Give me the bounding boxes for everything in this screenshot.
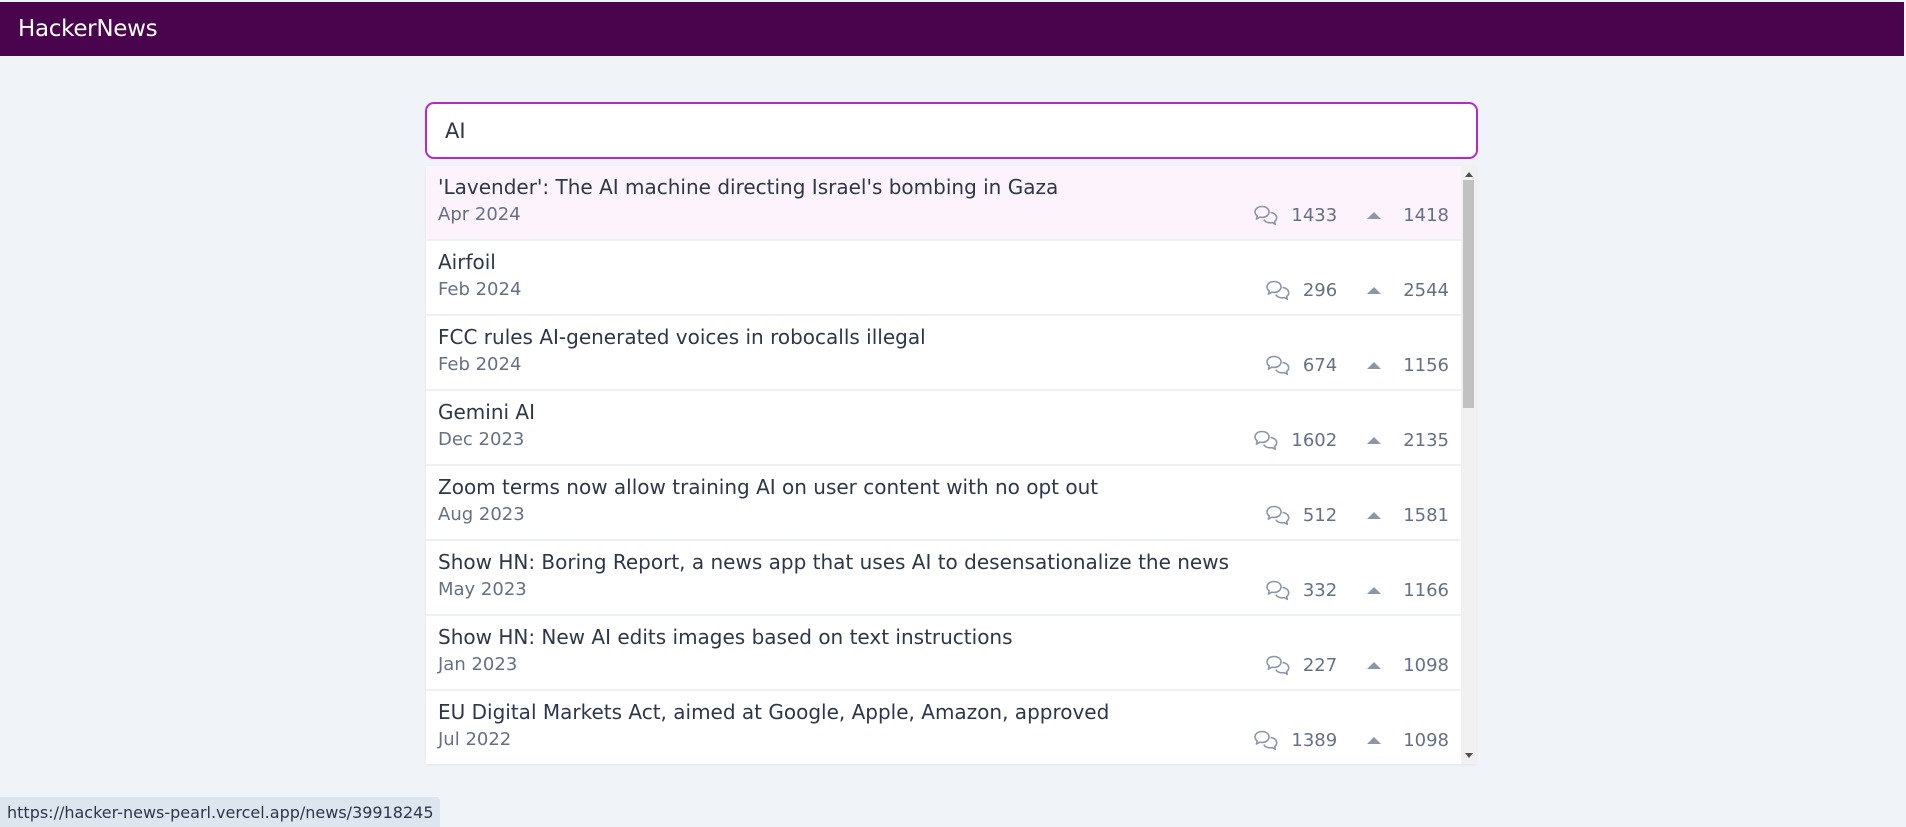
brand-logo[interactable]: HackerNews — [18, 16, 158, 42]
comment-icon — [1265, 504, 1291, 526]
result-date: Aug 2023 — [438, 504, 525, 525]
search-results-dropdown: 'Lavender': The AI machine directing Isr… — [426, 166, 1476, 764]
result-date: Dec 2023 — [438, 429, 525, 450]
comment-icon — [1265, 654, 1291, 676]
result-item[interactable]: Show HN: Boring Report, a news app that … — [426, 541, 1461, 616]
result-date: May 2023 — [438, 579, 527, 600]
comment-count: 1433 — [1291, 204, 1338, 226]
result-item[interactable]: Gemini AI Dec 2023 1602 2135 — [426, 391, 1461, 466]
comment-icon — [1253, 729, 1279, 751]
result-title[interactable]: Airfoil — [438, 250, 496, 274]
result-title[interactable]: EU Digital Markets Act, aimed at Google,… — [438, 700, 1109, 724]
result-date: Feb 2024 — [438, 279, 522, 300]
scroll-up-arrow-icon[interactable] — [1465, 172, 1473, 177]
result-date: Jan 2023 — [438, 654, 518, 675]
points-count: 1581 — [1403, 504, 1449, 526]
result-stats: 332 1166 — [1265, 579, 1449, 601]
result-title[interactable]: Show HN: New AI edits images based on te… — [438, 625, 1013, 649]
result-date: Feb 2024 — [438, 354, 522, 375]
upvote-icon — [1367, 586, 1382, 594]
comment-icon — [1265, 354, 1291, 376]
result-date: Apr 2024 — [438, 204, 521, 225]
upvote-icon — [1367, 211, 1382, 219]
upvote-icon — [1367, 661, 1382, 669]
result-title[interactable]: 'Lavender': The AI machine directing Isr… — [438, 175, 1058, 199]
status-url: https://hacker-news-pearl.vercel.app/new… — [7, 802, 434, 822]
upvote-icon — [1367, 361, 1382, 369]
result-title[interactable]: Zoom terms now allow training AI on user… — [438, 475, 1098, 499]
upvote-icon — [1367, 511, 1382, 519]
comment-count: 674 — [1302, 354, 1338, 376]
scroll-down-arrow-icon[interactable] — [1465, 753, 1473, 758]
result-item[interactable]: Show HN: New AI edits images based on te… — [426, 616, 1461, 691]
result-stats: 1389 1098 — [1253, 729, 1449, 751]
comment-icon — [1253, 204, 1279, 226]
points-count: 1098 — [1403, 654, 1449, 676]
result-item[interactable]: Zoom terms now allow training AI on user… — [426, 466, 1461, 541]
scrollbar-thumb[interactable] — [1463, 180, 1474, 408]
results-scrollbar[interactable] — [1461, 166, 1476, 764]
result-stats: 512 1581 — [1265, 504, 1449, 526]
result-stats: 674 1156 — [1265, 354, 1449, 376]
search-input[interactable] — [427, 104, 1476, 157]
results-list: 'Lavender': The AI machine directing Isr… — [426, 166, 1461, 764]
upvote-icon — [1367, 286, 1382, 294]
result-title[interactable]: Gemini AI — [438, 400, 535, 424]
result-date: Jul 2022 — [438, 729, 512, 750]
result-title[interactable]: Show HN: Boring Report, a news app that … — [438, 550, 1229, 574]
points-count: 1166 — [1403, 579, 1449, 601]
search-box[interactable] — [425, 102, 1478, 159]
result-item[interactable]: 'Lavender': The AI machine directing Isr… — [426, 166, 1461, 241]
upvote-icon — [1367, 436, 1382, 444]
points-count: 1156 — [1403, 354, 1449, 376]
result-stats: 1433 1418 — [1253, 204, 1449, 226]
result-stats: 1602 2135 — [1253, 429, 1449, 451]
result-stats: 296 2544 — [1265, 279, 1449, 301]
upvote-icon — [1367, 736, 1382, 744]
comment-icon — [1265, 579, 1291, 601]
points-count: 1418 — [1403, 204, 1449, 226]
comment-count: 1602 — [1291, 429, 1338, 451]
points-count: 2135 — [1403, 429, 1449, 451]
comment-icon — [1253, 429, 1279, 451]
result-item[interactable]: Airfoil Feb 2024 296 2544 — [426, 241, 1461, 316]
comment-count: 227 — [1302, 654, 1338, 676]
comment-icon — [1265, 279, 1291, 301]
result-stats: 227 1098 — [1265, 654, 1449, 676]
comment-count: 1389 — [1291, 729, 1338, 751]
comment-count: 332 — [1302, 579, 1338, 601]
points-count: 2544 — [1403, 279, 1449, 301]
top-nav-bar: HackerNews — [0, 2, 1904, 56]
comment-count: 296 — [1302, 279, 1338, 301]
comment-count: 512 — [1302, 504, 1338, 526]
result-item[interactable]: FCC rules AI-generated voices in robocal… — [426, 316, 1461, 391]
result-title[interactable]: FCC rules AI-generated voices in robocal… — [438, 325, 926, 349]
points-count: 1098 — [1403, 729, 1449, 751]
link-status-bar: https://hacker-news-pearl.vercel.app/new… — [0, 797, 440, 827]
result-item[interactable]: EU Digital Markets Act, aimed at Google,… — [426, 691, 1461, 764]
